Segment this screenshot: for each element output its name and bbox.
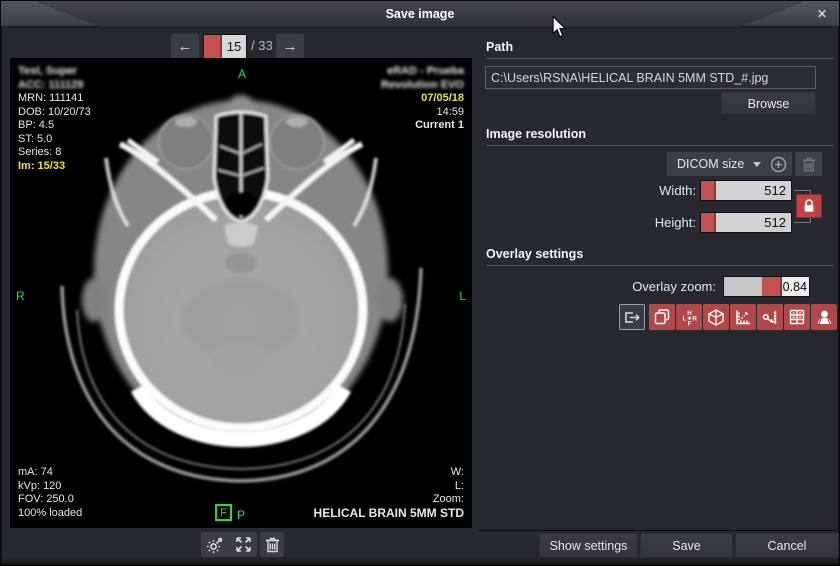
- image-count-label: / 33: [251, 38, 273, 53]
- acquisition-overlay: mA: 74 kVp: 120 FOV: 250.0 100% loaded: [18, 466, 82, 520]
- resolution-section-title: Image resolution: [486, 127, 586, 141]
- orientation-cube-toggle[interactable]: [703, 304, 729, 330]
- trash-icon: [265, 537, 280, 553]
- preset-dropdown[interactable]: DICOM size: [667, 152, 792, 176]
- path-divider: [486, 58, 834, 59]
- save-button[interactable]: Save: [640, 533, 733, 558]
- orientation-marker-f: F: [215, 504, 232, 521]
- fov: FOV: 250.0: [18, 493, 82, 507]
- orientation-cube-icon: [708, 309, 724, 326]
- scanner-model: Revolution EVO: [381, 79, 464, 93]
- orientation-marker-r: R: [16, 289, 25, 303]
- svg-text:F: F: [687, 320, 691, 325]
- delete-image-button[interactable]: [260, 532, 284, 557]
- save-image-dialog: Save image ✕ ← 15 / 33 →: [0, 0, 840, 566]
- overlay-zoom-slider[interactable]: 0.84: [723, 276, 810, 297]
- footer-divider: [479, 530, 840, 531]
- overlay-section-title: Overlay settings: [486, 247, 583, 261]
- current-label: Current 1: [381, 119, 464, 133]
- chevron-down-icon: [753, 162, 761, 167]
- orientation-markers-icon: HLRF: [681, 309, 698, 326]
- station-name: eRAD - Prueba: [381, 65, 464, 79]
- export-overlay-toggle[interactable]: [619, 304, 645, 330]
- image-number: Im: 15/33: [18, 160, 91, 174]
- orientation-marker-p: P: [237, 508, 245, 522]
- close-button[interactable]: ✕: [814, 6, 830, 22]
- window-level-overlay: W: L: Zoom: HELICAL BRAIN 5MM STD: [314, 466, 464, 520]
- series: Series: 8: [18, 146, 91, 160]
- show-settings-button[interactable]: Show settings: [539, 533, 638, 558]
- study-date: 07/05/18: [381, 92, 464, 106]
- overlay-zoom-label: Overlay zoom:: [546, 279, 716, 294]
- series-description: HELICAL BRAIN 5MM STD: [314, 507, 464, 521]
- image-index-value: 15: [222, 35, 246, 58]
- overlay-zoom-thumb[interactable]: [762, 277, 782, 296]
- loaded-status: 100% loaded: [18, 507, 82, 521]
- spinner-thumb[interactable]: [204, 35, 222, 58]
- height-label: Height:: [556, 215, 696, 230]
- zoom-value: Zoom:: [314, 493, 464, 507]
- height-value: 512: [716, 213, 791, 232]
- ruler-toggle[interactable]: [730, 304, 756, 330]
- cancel-button[interactable]: Cancel: [735, 533, 839, 558]
- window-value: W:: [314, 466, 464, 480]
- add-preset-button[interactable]: [770, 156, 787, 173]
- delete-preset-button[interactable]: [795, 152, 822, 176]
- patient-info-overlay: Test, Super ACC: 111129 MRN: 111141 DOB:…: [18, 65, 91, 173]
- height-spinner[interactable]: 512: [700, 212, 792, 233]
- path-input[interactable]: [485, 66, 816, 89]
- kvp: kVp: 120: [18, 480, 82, 494]
- fit-to-window-icon[interactable]: [235, 536, 252, 553]
- overlay-frames-toggle[interactable]: [649, 304, 675, 330]
- svg-text:L: L: [682, 315, 686, 322]
- ruler-icon: [735, 309, 751, 325]
- width-spinner-thumb[interactable]: [701, 181, 716, 200]
- dob: DOB: 10/20/73: [18, 106, 91, 120]
- patient-name: Test, Super: [18, 65, 91, 79]
- level-value: L:: [314, 480, 464, 494]
- ma: mA: 74: [18, 466, 82, 480]
- export-overlay-icon: [624, 310, 641, 325]
- bp: BP: 4.5: [18, 119, 91, 133]
- add-preset-icon: [770, 156, 787, 173]
- path-section-title: Path: [486, 40, 513, 54]
- ct-image-viewport: Test, Super ACC: 111129 MRN: 111141 DOB:…: [10, 58, 472, 528]
- orientation-marker-l: L: [459, 289, 466, 303]
- svg-text:R: R: [692, 315, 697, 322]
- lock-icon: [803, 199, 815, 213]
- prev-image-button[interactable]: ←: [171, 34, 199, 59]
- accession-number: ACC: 111129: [18, 79, 91, 93]
- width-label: Width:: [556, 183, 696, 198]
- titlebar: Save image ✕: [1, 1, 840, 28]
- browse-button[interactable]: Browse: [721, 92, 816, 115]
- aspect-lock-button[interactable]: [796, 194, 822, 218]
- window-title: Save image: [35, 1, 805, 27]
- resolution-divider: [486, 145, 834, 146]
- study-time: 14:59: [381, 106, 464, 120]
- overlay-zoom-value: 0.84: [782, 277, 809, 296]
- overlay-zoom-track[interactable]: [724, 277, 762, 296]
- viewer-toolbar: [201, 532, 257, 557]
- overlay-divider: [486, 265, 834, 266]
- preset-value: DICOM size: [667, 157, 744, 171]
- trash-icon: [802, 157, 816, 172]
- annotations-icon: [762, 309, 779, 326]
- image-index-spinner[interactable]: 15: [203, 34, 247, 59]
- height-spinner-thumb[interactable]: [701, 213, 716, 232]
- width-value: 512: [716, 181, 791, 200]
- overlay-frames-icon: [654, 309, 670, 325]
- dicom-grid-icon: [789, 309, 805, 325]
- patient-info-toggle[interactable]: [811, 304, 837, 330]
- orientation-marker-a: A: [238, 67, 246, 81]
- st: ST: 5.0: [18, 133, 91, 147]
- mrn: MRN: 111141: [18, 92, 91, 106]
- annotations-toggle[interactable]: [757, 304, 783, 330]
- dicom-grid-toggle[interactable]: [784, 304, 810, 330]
- next-image-button[interactable]: →: [276, 34, 304, 59]
- orientation-markers-toggle[interactable]: HLRF: [676, 304, 702, 330]
- width-spinner[interactable]: 512: [700, 180, 792, 201]
- study-info-overlay: eRAD - Prueba Revolution EVO 07/05/18 14…: [381, 65, 464, 133]
- patient-info-icon: [816, 309, 833, 325]
- auto-window-icon[interactable]: [207, 536, 224, 553]
